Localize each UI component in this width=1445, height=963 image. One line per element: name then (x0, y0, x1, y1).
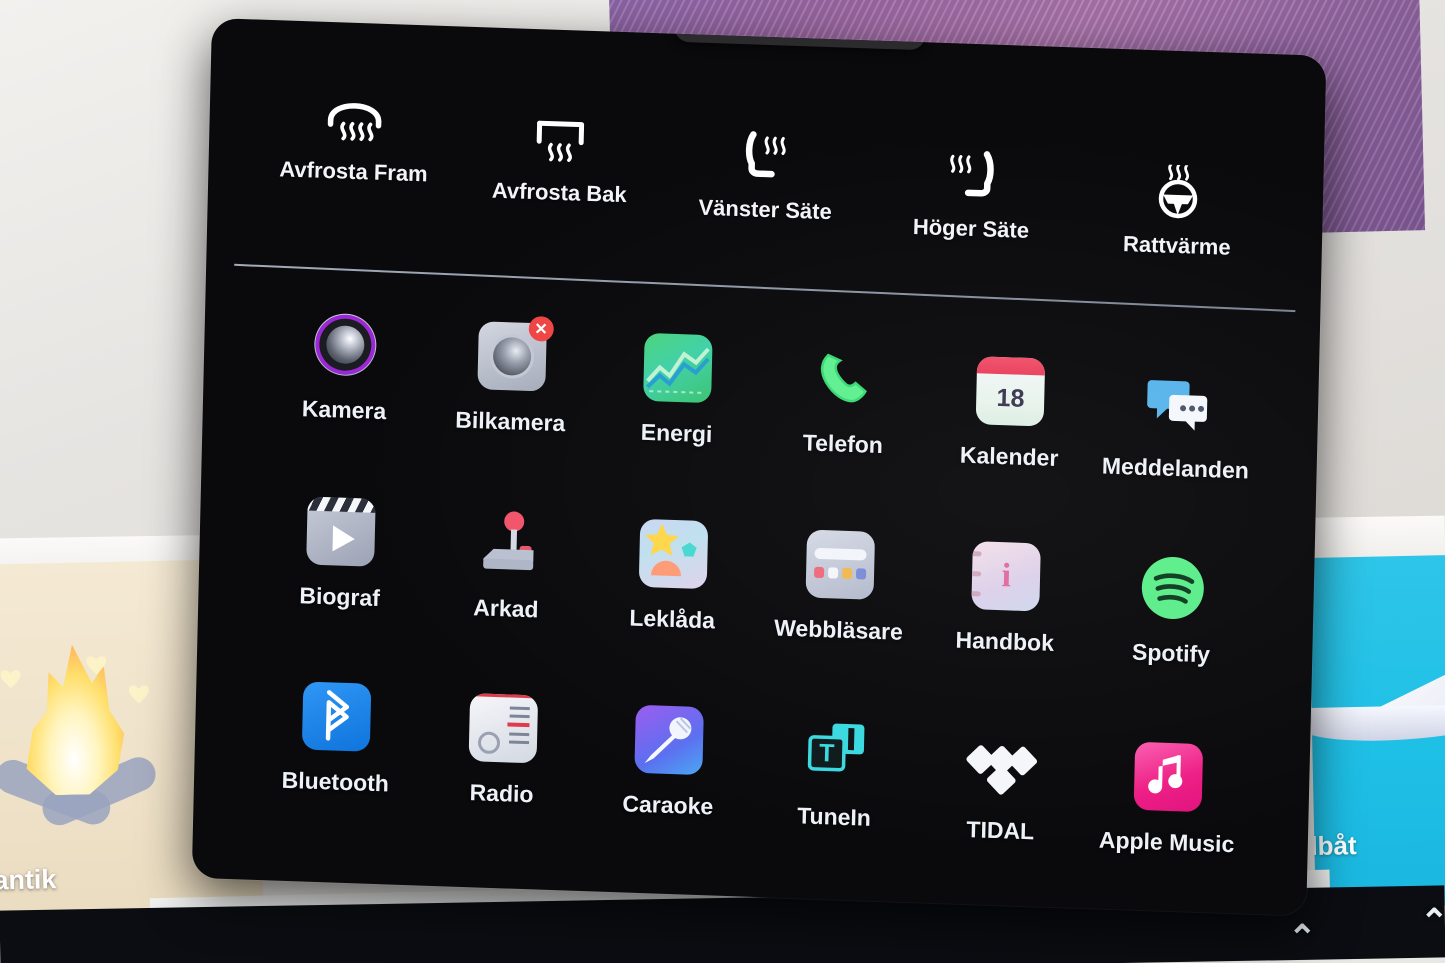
svg-text:T: T (819, 739, 835, 768)
app-label: Radio (469, 779, 534, 808)
sailboat-icon (1308, 638, 1445, 752)
steering-wheel-heater-icon (1151, 156, 1204, 220)
browser-window-icon (805, 529, 875, 600)
app-spotify[interactable]: Spotify (1088, 523, 1258, 670)
spotify-icon (1138, 553, 1208, 623)
app-label: Kamera (301, 395, 387, 425)
clapperboard-play-icon (306, 496, 376, 567)
app-apple-music[interactable]: Apple Music (1083, 708, 1253, 859)
climate-button-rattvarme[interactable]: Rattvärme (1073, 107, 1283, 299)
climate-label: Höger Säte (912, 213, 1030, 243)
climate-button-vanster-sate[interactable]: Vänster Säte (660, 93, 870, 285)
app-label: Energi (640, 418, 713, 448)
app-meddelanden[interactable]: Meddelanden (1092, 336, 1262, 485)
app-arkad[interactable]: Arkad (422, 501, 592, 648)
seat-heater-left-icon (738, 120, 795, 184)
close-icon[interactable]: ✕ (528, 315, 554, 342)
heart-icon (129, 685, 149, 703)
app-label: Biograf (299, 582, 381, 612)
climate-label: Avfrosta Fram (279, 156, 428, 187)
app-label: Handbok (955, 626, 1055, 656)
app-label: Webbläsare (773, 614, 904, 645)
camera-lens-icon (311, 310, 381, 380)
tunein-icon: T (801, 716, 871, 786)
climate-button-hoger-sate[interactable]: Höger Säte (866, 100, 1076, 292)
app-telefon[interactable]: Telefon (759, 325, 929, 474)
app-kalender[interactable]: 18 Kalender (925, 331, 1095, 480)
app-kamera[interactable]: Kamera (260, 308, 430, 457)
app-label: Meddelanden (1101, 452, 1250, 484)
climate-label: Avfrosta Bak (491, 177, 627, 208)
app-bluetooth[interactable]: Bluetooth (251, 680, 421, 831)
app-energi[interactable]: Energi (593, 319, 763, 468)
defrost-rear-icon (533, 103, 588, 167)
app-leklada[interactable]: Leklåda (588, 506, 758, 653)
background-card-romantik-label: omantik (0, 864, 57, 897)
app-tunein[interactable]: T TuneIn (750, 697, 920, 848)
tidal-icon (965, 730, 1039, 800)
car-camera-icon: ✕ (477, 315, 554, 392)
app-label: TuneIn (796, 802, 872, 831)
app-webblasare[interactable]: Webbläsare (755, 512, 925, 659)
energy-chart-icon (643, 332, 713, 404)
app-grid: Kamera ✕ Bilkamera Energi Telefon 18 Kal… (192, 306, 1320, 905)
calendar-icon: 18 (975, 356, 1046, 427)
app-tidal[interactable]: TIDAL (917, 702, 1087, 853)
joystick-icon (473, 508, 543, 578)
calendar-day: 18 (996, 383, 1025, 413)
chevron-up-icon[interactable]: ⌃ (1420, 902, 1445, 942)
radio-tuner-icon (468, 693, 538, 764)
phone-handset-icon (810, 344, 880, 414)
app-label: Apple Music (1098, 826, 1235, 858)
app-biograf[interactable]: Biograf (255, 495, 425, 642)
messages-bubbles-icon (1142, 368, 1212, 438)
heart-icon (0, 670, 20, 688)
app-bilkamera[interactable]: ✕ Bilkamera (426, 314, 596, 463)
app-radio[interactable]: Radio (417, 685, 587, 836)
manual-notebook-icon: i (971, 541, 1042, 612)
background-card-segelbat-label: lbåt (1310, 830, 1357, 862)
app-label: TIDAL (966, 816, 1035, 845)
app-label: Telefon (802, 429, 884, 459)
apple-music-icon (1133, 741, 1203, 813)
toybox-shapes-icon (638, 518, 709, 590)
app-handbok[interactable]: i Handbok (921, 518, 1091, 665)
app-row: Bluetooth Radio Caraoke T TuneIn TIDAL A… (251, 680, 1253, 859)
app-drawer-panel: Anpassa Avfrosta Fram (191, 18, 1327, 916)
climate-label: Vänster Säte (698, 194, 833, 225)
defrost-front-icon (324, 82, 385, 146)
app-label: Spotify (1131, 638, 1211, 668)
app-label: Leklåda (629, 604, 716, 634)
app-row: Biograf Arkad Leklåda Webbläsare i Handb… (255, 495, 1257, 670)
climate-button-avfrosta-bak[interactable]: Avfrosta Bak (454, 86, 664, 278)
seat-heater-right-icon (944, 139, 1001, 203)
app-label: Arkad (473, 594, 539, 623)
infotainment-screen: Anpassa Avfrosta Fram (191, 18, 1327, 916)
app-label: Kalender (959, 441, 1059, 472)
climate-button-avfrosta-fram[interactable]: Avfrosta Fram (248, 79, 458, 271)
campfire-icon (0, 637, 176, 841)
climate-quick-controls: Avfrosta Fram Avfrosta Bak Vänster Säte … (206, 78, 1325, 301)
app-caraoke[interactable]: Caraoke (584, 691, 754, 842)
climate-label: Rattvärme (1122, 231, 1231, 260)
app-label: Bluetooth (281, 766, 390, 797)
app-label: Caraoke (622, 790, 714, 820)
app-label: Bilkamera (455, 406, 566, 437)
chevron-up-icon[interactable]: ⌃ (1288, 918, 1317, 958)
microphone-icon (634, 704, 705, 776)
bluetooth-icon (302, 681, 372, 752)
app-row: Kamera ✕ Bilkamera Energi Telefon 18 Kal… (260, 308, 1262, 485)
background-card-segelbat: lbåt (1308, 554, 1445, 908)
